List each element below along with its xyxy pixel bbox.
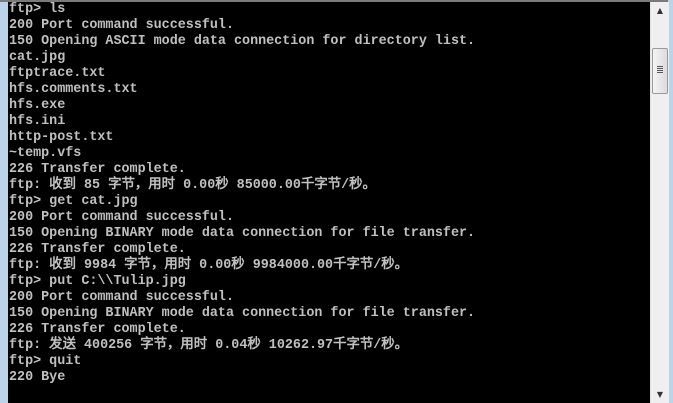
console-line: hfs.exe	[9, 98, 66, 113]
console-line: ftp> get cat.jpg	[9, 194, 138, 209]
scrollbar-thumb[interactable]	[652, 48, 668, 94]
vertical-scrollbar[interactable]: ▲ ▼	[650, 2, 669, 403]
console-line: 150 Opening BINARY mode data connection …	[9, 226, 476, 241]
grip-icon	[657, 66, 663, 74]
console-line: ftp: 收到 9984 字节，用时 0.00秒 9984000.00千字节/秒…	[9, 258, 409, 273]
console-line: 226 Transfer complete.	[9, 242, 186, 257]
console-line: 200 Port command successful.	[9, 210, 234, 225]
console-line: 150 Opening ASCII mode data connection f…	[9, 34, 476, 49]
console-line: 220 Bye	[9, 370, 66, 385]
console-line: 200 Port command successful.	[9, 290, 234, 305]
console-line: http-post.txt	[9, 130, 114, 145]
console-line: 226 Transfer complete.	[9, 322, 186, 337]
console-output[interactable]: ftp> ls 200 Port command successful. 150 O…	[8, 2, 650, 403]
console-line: cat.jpg	[9, 50, 66, 65]
console-line: ftp> ls	[9, 2, 66, 17]
console-line: ftp> quit	[9, 354, 82, 369]
console-line: ~temp.vfs	[9, 146, 82, 161]
window-left-border	[0, 2, 8, 403]
console-line: hfs.comments.txt	[9, 82, 138, 97]
console-line: 150 Opening BINARY mode data connection …	[9, 306, 476, 321]
console-line: 200 Port command successful.	[9, 18, 234, 33]
console-line: 226 Transfer complete.	[9, 162, 186, 177]
console-line: ftp: 发送 400256 字节，用时 0.04秒 10262.97千字节/秒…	[9, 338, 409, 353]
console-line: hfs.ini	[9, 114, 66, 129]
console-line: ftp: 收到 85 字节，用时 0.00秒 85000.00千字节/秒。	[9, 178, 376, 193]
window-right-border	[669, 0, 673, 403]
scroll-down-arrow-icon[interactable]: ▼	[651, 386, 669, 403]
console-line: ftp> put C:\\Tulip.jpg	[9, 274, 186, 289]
console-line: ftptrace.txt	[9, 66, 106, 81]
scroll-up-arrow-icon[interactable]: ▲	[651, 2, 669, 19]
